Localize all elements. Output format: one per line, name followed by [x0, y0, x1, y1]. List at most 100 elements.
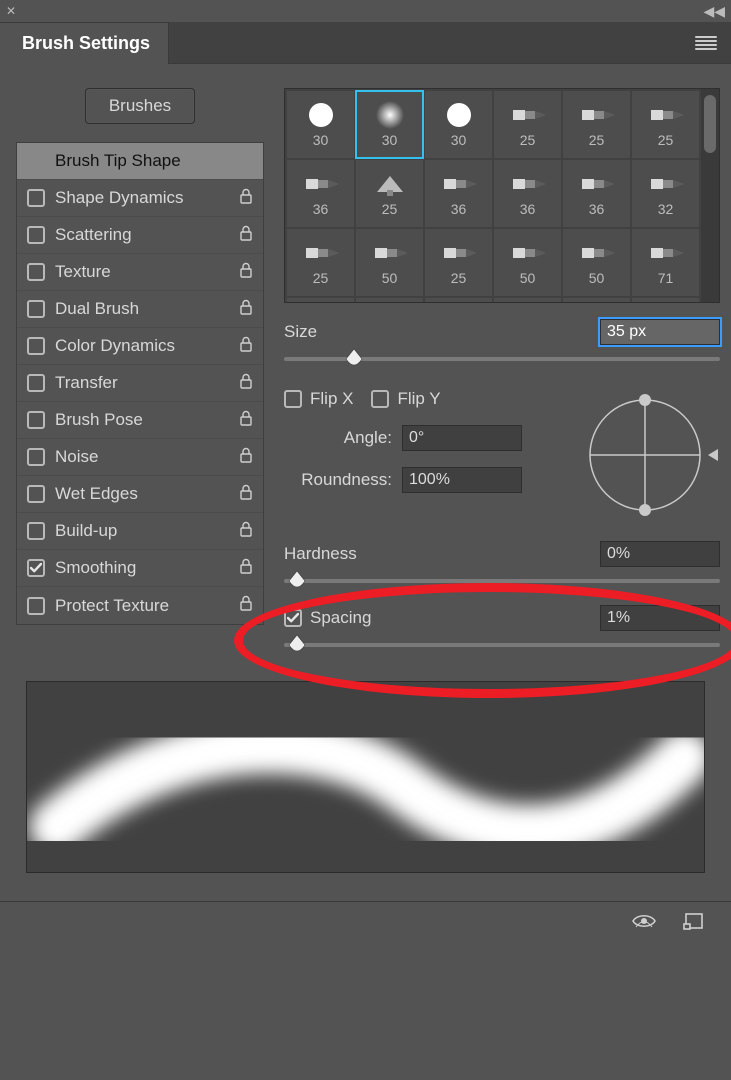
- brush-tip-cell[interactable]: 30: [425, 91, 492, 158]
- brush-tip-cell[interactable]: 25: [425, 229, 492, 296]
- category-label: Wet Edges: [55, 484, 237, 504]
- lock-icon[interactable]: [237, 558, 255, 579]
- brush-tip-cell[interactable]: 32: [632, 160, 699, 227]
- category-label: Scattering: [55, 225, 237, 245]
- brushes-button[interactable]: Brushes: [85, 88, 195, 124]
- lock-icon[interactable]: [237, 595, 255, 616]
- brush-tip-cell[interactable]: 25: [494, 91, 561, 158]
- category-row-noise[interactable]: Noise: [17, 439, 263, 476]
- angle-roundness-disc[interactable]: [580, 385, 720, 525]
- brush-tip-cell[interactable]: 36: [425, 160, 492, 227]
- category-row-shape-dynamics[interactable]: Shape Dynamics: [17, 180, 263, 217]
- size-input[interactable]: [600, 319, 720, 345]
- flip-y-checkbox[interactable]: Flip Y: [371, 389, 440, 409]
- category-label: Smoothing: [55, 558, 237, 578]
- flip-x-checkbox[interactable]: Flip X: [284, 389, 353, 409]
- lock-icon[interactable]: [237, 299, 255, 320]
- brush-tip-icon: [373, 102, 407, 128]
- tab-brush-settings[interactable]: Brush Settings: [0, 22, 169, 64]
- checkbox-icon[interactable]: [27, 300, 45, 318]
- brush-tip-cell[interactable]: 36: [287, 160, 354, 227]
- checkbox-icon[interactable]: [27, 374, 45, 392]
- flyout-menu-icon[interactable]: [695, 36, 717, 50]
- category-row-scattering[interactable]: Scattering: [17, 217, 263, 254]
- brush-tip-size: 25: [520, 132, 536, 148]
- brush-tip-cell[interactable]: 25: [563, 91, 630, 158]
- lock-icon[interactable]: [237, 410, 255, 431]
- brush-tip-cell[interactable]: 50: [494, 229, 561, 296]
- brush-tip-cell[interactable]: 30: [356, 91, 423, 158]
- category-label: Brush Pose: [55, 410, 237, 430]
- checkbox-icon[interactable]: [27, 448, 45, 466]
- brush-tip-cell[interactable]: 50: [563, 229, 630, 296]
- brush-tip-icon: [373, 171, 407, 197]
- hardness-slider[interactable]: [284, 573, 720, 589]
- checkbox-icon[interactable]: [27, 522, 45, 540]
- spacing-checkbox[interactable]: Spacing: [284, 608, 600, 628]
- category-row-build-up[interactable]: Build-up: [17, 513, 263, 550]
- brush-tip-cell[interactable]: 30: [287, 91, 354, 158]
- brush-tip-scrollbar[interactable]: [701, 89, 719, 302]
- brush-tip-icon: [511, 171, 545, 197]
- category-label: Noise: [55, 447, 237, 467]
- checkbox-icon[interactable]: [27, 559, 45, 577]
- category-row-texture[interactable]: Texture: [17, 254, 263, 291]
- collapse-icon[interactable]: ◀◀: [703, 3, 725, 20]
- lock-icon[interactable]: [237, 336, 255, 357]
- toggle-preview-icon[interactable]: [631, 912, 657, 935]
- category-row-transfer[interactable]: Transfer: [17, 365, 263, 402]
- checkbox-icon[interactable]: [27, 226, 45, 244]
- brush-tip-cell[interactable]: [632, 298, 699, 303]
- brush-tip-size: 25: [382, 201, 398, 217]
- angle-input[interactable]: [402, 425, 522, 451]
- brush-tip-cell[interactable]: [425, 298, 492, 303]
- category-row-color-dynamics[interactable]: Color Dynamics: [17, 328, 263, 365]
- brush-tip-cell[interactable]: [287, 298, 354, 303]
- checkbox-icon[interactable]: [27, 411, 45, 429]
- spacing-input[interactable]: [600, 605, 720, 631]
- new-preset-icon[interactable]: [683, 911, 705, 936]
- checkbox-icon[interactable]: [27, 597, 45, 615]
- hardness-slider-handle[interactable]: [287, 569, 307, 589]
- category-row-dual-brush[interactable]: Dual Brush: [17, 291, 263, 328]
- brush-tip-cell[interactable]: 36: [563, 160, 630, 227]
- checkbox-icon[interactable]: [27, 337, 45, 355]
- brush-tip-cell[interactable]: [494, 298, 561, 303]
- checkbox-icon[interactable]: [27, 485, 45, 503]
- brush-tip-cell[interactable]: 50: [356, 229, 423, 296]
- lock-icon[interactable]: [237, 225, 255, 246]
- roundness-input[interactable]: [402, 467, 522, 493]
- category-row-wet-edges[interactable]: Wet Edges: [17, 476, 263, 513]
- brush-tip-cell[interactable]: 25: [356, 160, 423, 227]
- brush-tip-cell[interactable]: 36: [494, 160, 561, 227]
- panel-footer: [0, 901, 731, 945]
- brush-tip-size: 32: [658, 201, 674, 217]
- checkbox-icon[interactable]: [27, 189, 45, 207]
- spacing-slider[interactable]: [284, 637, 720, 653]
- lock-icon[interactable]: [237, 521, 255, 542]
- category-row-smoothing[interactable]: Smoothing: [17, 550, 263, 587]
- checkbox-icon[interactable]: [27, 263, 45, 281]
- category-row-brush-tip-shape[interactable]: Brush Tip Shape: [17, 143, 263, 180]
- lock-icon[interactable]: [237, 188, 255, 209]
- brush-tip-cell[interactable]: 25: [632, 91, 699, 158]
- category-row-protect-texture[interactable]: Protect Texture: [17, 587, 263, 624]
- scrollbar-thumb[interactable]: [704, 95, 716, 153]
- lock-icon[interactable]: [237, 484, 255, 505]
- hardness-input[interactable]: [600, 541, 720, 567]
- close-icon[interactable]: ✕: [6, 4, 16, 18]
- category-row-brush-pose[interactable]: Brush Pose: [17, 402, 263, 439]
- right-column: 303030252525362536363632255025505071 Siz…: [284, 88, 720, 653]
- spacing-slider-handle[interactable]: [287, 633, 307, 653]
- lock-icon[interactable]: [237, 262, 255, 283]
- brush-tip-cell[interactable]: [563, 298, 630, 303]
- brush-tip-icon: [580, 240, 614, 266]
- lock-icon[interactable]: [237, 373, 255, 394]
- size-slider[interactable]: [284, 351, 720, 367]
- brush-tip-cell[interactable]: 25: [287, 229, 354, 296]
- brush-tip-size: 30: [451, 132, 467, 148]
- brush-tip-cell[interactable]: [356, 298, 423, 303]
- lock-icon[interactable]: [237, 447, 255, 468]
- brush-tip-cell[interactable]: 71: [632, 229, 699, 296]
- size-slider-handle[interactable]: [344, 347, 364, 367]
